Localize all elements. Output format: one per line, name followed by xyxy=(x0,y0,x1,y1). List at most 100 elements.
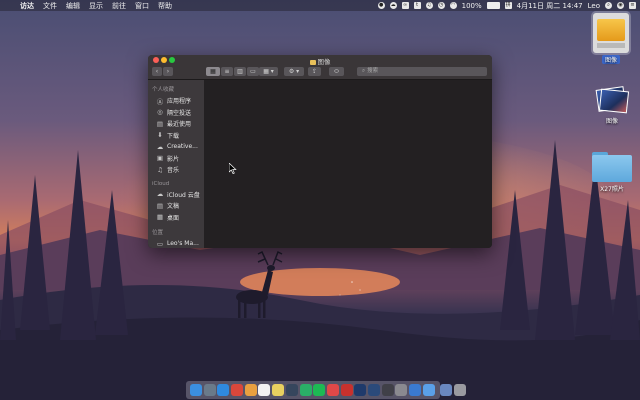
sidebar-item-downloads[interactable]: ⬇ 下载 xyxy=(148,130,204,142)
preview-icon[interactable] xyxy=(409,384,421,396)
mouse-pointer-icon xyxy=(229,163,237,174)
tags-button[interactable]: ⬭ xyxy=(329,67,344,76)
menu-edit[interactable]: 编辑 xyxy=(66,1,80,11)
search-placeholder: 搜索 xyxy=(367,68,379,74)
netease-music-icon[interactable] xyxy=(340,384,353,396)
sidebar-item-label: Leo's Ma... xyxy=(167,240,199,248)
creative-cloud-menu-icon[interactable]: ∞ xyxy=(401,2,409,9)
menu-app-name[interactable]: 访达 xyxy=(20,1,34,11)
recents-icon: ▤ xyxy=(156,119,164,128)
icon-view-button[interactable]: ▦ xyxy=(206,67,220,76)
sidebar-item-label: 应用程序 xyxy=(167,98,192,106)
group-by-button[interactable]: ▦ ▾ xyxy=(259,67,278,76)
disk-image-icon xyxy=(593,13,629,53)
tumblr-menu-icon[interactable]: t xyxy=(413,2,421,9)
sidebar-item-label: 下载 xyxy=(167,132,180,140)
sidebar-item-movies[interactable]: ▣ 影片 xyxy=(148,153,204,165)
sidebar-item-applications[interactable]: Ⓐ 应用程序 xyxy=(148,95,204,107)
headphones-icon[interactable]: ♫ xyxy=(425,2,433,9)
forward-button[interactable]: › xyxy=(163,67,173,76)
desktop-icon-x27-folder[interactable]: X27照片 xyxy=(589,152,635,193)
lightroom-icon[interactable] xyxy=(367,384,380,396)
sidebar-item-music[interactable]: ♫ 音乐 xyxy=(148,164,204,176)
documents-icon: ▤ xyxy=(156,201,164,210)
final-cut-icon[interactable] xyxy=(381,384,394,396)
disk-image-icon xyxy=(309,59,316,65)
menu-go[interactable]: 前往 xyxy=(112,1,126,11)
sidebar-item-label: Creative... xyxy=(167,143,198,151)
finder-window: 图像 ‹ › ▦ ≡ ▥ ▭ ▦ ▾ ⚙ ▾ ⇪ ⬭ ⌕ 搜索 个人收藏 Ⓐ 应用程… xyxy=(148,55,492,248)
sidebar-item-label: 文稿 xyxy=(167,203,180,211)
calendar-icon[interactable] xyxy=(258,384,271,396)
battery-icon[interactable] xyxy=(486,2,500,9)
sidebar-item-creative-cloud[interactable]: ☁ Creative... xyxy=(148,141,204,153)
desktop-icon-photos[interactable]: 图像 xyxy=(590,86,634,125)
status-area: ● ☁ ∞ t ♫ ◷ ◠ 100% 拼 4月11日 周二 14:47 Leo … xyxy=(377,0,636,11)
notes-icon[interactable] xyxy=(272,384,285,396)
siri-icon[interactable]: ◉ xyxy=(617,2,624,9)
system-preferences-icon[interactable] xyxy=(395,384,408,396)
spotlight-icon[interactable]: ⌕ xyxy=(605,2,612,9)
sidebar-item-label: iCloud 云盘 xyxy=(167,191,200,199)
folder-icon xyxy=(592,152,632,182)
user-name[interactable]: Leo xyxy=(588,2,600,10)
finder-sidebar: 个人收藏 Ⓐ 应用程序 ◎ 隔空投送 ▤ 最近使用 ⬇ 下载 ☁ Creative... … xyxy=(148,80,204,248)
menu-bar: 访达 文件 编辑 显示 前往 窗口 帮助 ● ☁ ∞ t ♫ ◷ ◠ 100% … xyxy=(0,0,640,11)
desktop-icon-label: X27照片 xyxy=(600,186,624,193)
menu-view[interactable]: 显示 xyxy=(89,1,103,11)
safari-icon[interactable] xyxy=(217,384,230,396)
menu-window[interactable]: 窗口 xyxy=(135,1,149,11)
sidebar-item-mac[interactable]: ▭ Leo's Ma... xyxy=(148,238,204,248)
sidebar-item-label: 音乐 xyxy=(167,167,180,175)
input-source-icon[interactable]: 拼 xyxy=(504,2,512,9)
icloud-drive-icon: ☁ xyxy=(156,190,164,199)
photos-app-icon[interactable] xyxy=(244,384,257,396)
desktop-icon-label: 图像 xyxy=(601,55,620,64)
chrome-icon[interactable] xyxy=(231,384,244,396)
photoshop-icon[interactable] xyxy=(354,384,367,396)
list-view-button[interactable]: ≡ xyxy=(221,67,233,76)
wifi-icon[interactable]: ◠ xyxy=(449,2,457,9)
battery-percent: 100% xyxy=(461,1,482,10)
action-gear-button[interactable]: ⚙ ▾ xyxy=(284,67,304,76)
finder-toolbar: 图像 ‹ › ▦ ≡ ▥ ▭ ▦ ▾ ⚙ ▾ ⇪ ⬭ ⌕ 搜索 xyxy=(148,55,492,80)
share-button[interactable]: ⇪ xyxy=(308,67,321,76)
notification-center-icon[interactable]: ≡ xyxy=(629,2,636,9)
search-input[interactable]: ⌕ 搜索 xyxy=(357,67,487,76)
sidebar-item-desktop[interactable]: ▦ 桌面 xyxy=(148,212,204,224)
music-icon: ♫ xyxy=(157,165,163,174)
column-view-button[interactable]: ▥ xyxy=(234,67,246,76)
gallery-view-button[interactable]: ▭ xyxy=(247,67,259,76)
sidebar-item-documents[interactable]: ▤ 文稿 xyxy=(148,200,204,212)
tumblr-icon[interactable] xyxy=(285,384,298,396)
file-browser-area[interactable] xyxy=(204,80,492,248)
finder-icon[interactable] xyxy=(190,384,202,396)
trash-icon[interactable] xyxy=(454,384,467,396)
downloads-stack-icon[interactable] xyxy=(440,384,453,396)
creative-cloud-icon: ☁ xyxy=(156,142,164,151)
spotify-icon[interactable] xyxy=(313,384,326,396)
sidebar-section-locations: 位置 xyxy=(152,230,164,236)
sidebar-item-label: 桌面 xyxy=(167,214,180,222)
desktop-icon-disk-image[interactable]: 图像 xyxy=(588,13,634,64)
window-title-text: 图像 xyxy=(317,58,331,66)
record-icon[interactable]: ● xyxy=(377,2,385,9)
sidebar-item-label: 影片 xyxy=(167,155,180,163)
sidebar-item-icloud-drive[interactable]: ☁ iCloud 云盘 xyxy=(148,189,204,201)
sidebar-item-label: 最近使用 xyxy=(167,121,192,129)
search-icon: ⌕ xyxy=(362,68,366,74)
menu-file[interactable]: 文件 xyxy=(43,1,57,11)
history-icon[interactable]: ◷ xyxy=(437,2,445,9)
sidebar-item-airdrop[interactable]: ◎ 隔空投送 xyxy=(148,107,204,119)
sidebar-item-recents[interactable]: ▤ 最近使用 xyxy=(148,118,204,130)
wechat-icon[interactable] xyxy=(299,384,312,396)
desktop-icon: ▦ xyxy=(156,213,164,222)
launchpad-icon[interactable] xyxy=(203,384,216,396)
cloud-sync-icon[interactable]: ☁ xyxy=(389,2,397,9)
sidebar-section-icloud: iCloud xyxy=(152,180,170,187)
menu-help[interactable]: 帮助 xyxy=(158,1,172,11)
music-player-icon[interactable] xyxy=(326,384,339,396)
sketch-app-icon[interactable] xyxy=(422,384,435,396)
clock[interactable]: 4月11日 周二 14:47 xyxy=(517,1,583,11)
back-button[interactable]: ‹ xyxy=(152,67,162,76)
